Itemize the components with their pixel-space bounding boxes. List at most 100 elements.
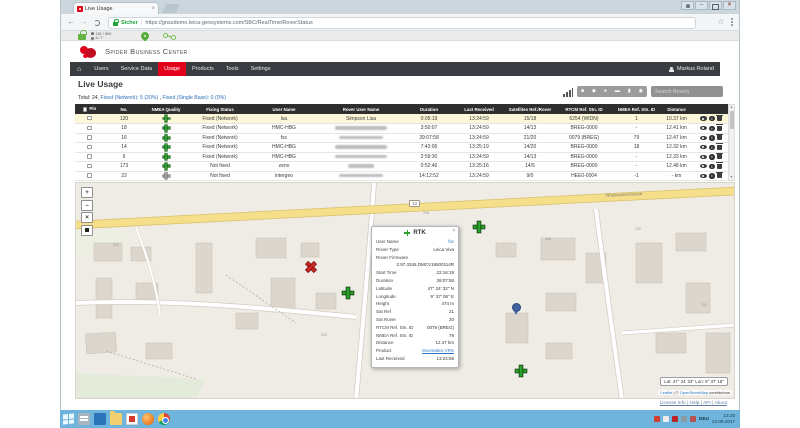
- pin-checkbox[interactable]: [87, 145, 92, 150]
- tray-icon-1[interactable]: [654, 416, 660, 422]
- pin-checkbox[interactable]: [87, 126, 92, 131]
- refresh-icon[interactable]: [94, 20, 100, 26]
- table-row[interactable]: 173 Not fixed zeno 0:52:46 13:25:16 14/5…: [75, 162, 728, 172]
- table-row[interactable]: 120 Fixed (Network) lsa Simpson Lisa 0:0…: [75, 114, 728, 124]
- table-row[interactable]: 14 Fixed (Network) HMC-HBG 7:43:06 13:25…: [75, 143, 728, 153]
- table-row[interactable]: 16 Fixed (Network) fsc 39:07:58 13:24:59…: [75, 133, 728, 143]
- taskbar-app-icon-3[interactable]: [126, 413, 138, 425]
- pin-checkbox[interactable]: [87, 173, 92, 178]
- home-icon[interactable]: ⌂: [70, 62, 88, 76]
- scrollbar-thumb[interactable]: [730, 111, 734, 129]
- chrome-icon[interactable]: [158, 413, 170, 425]
- delete-icon[interactable]: [717, 126, 722, 131]
- globe-icon[interactable]: ◉: [639, 89, 643, 94]
- minimize-button[interactable]: –: [695, 1, 708, 10]
- blue-pin-marker[interactable]: [512, 303, 520, 315]
- zoom-extent-button[interactable]: ×: [81, 212, 93, 223]
- table-scrollbar[interactable]: ▲ ▼: [728, 104, 735, 181]
- pin-checkbox[interactable]: [87, 135, 92, 140]
- map-pin-icon[interactable]: [139, 30, 150, 41]
- current-user[interactable]: Markus Roland: [663, 62, 720, 76]
- file-explorer-icon[interactable]: [110, 413, 122, 425]
- maximize-button[interactable]: [709, 1, 722, 10]
- delete-icon[interactable]: [717, 145, 722, 150]
- taskbar-app-icon-1[interactable]: [78, 413, 90, 425]
- view-on-map-icon[interactable]: [700, 126, 707, 130]
- delete-icon[interactable]: [717, 154, 722, 159]
- nav-item-settings[interactable]: Settings: [245, 62, 277, 76]
- tray-icon-4[interactable]: [681, 416, 687, 422]
- map-canvas[interactable]: 13 Rheineckerstrasse + – × × RTK User Na…: [75, 182, 735, 399]
- api-link[interactable]: API: [703, 401, 714, 406]
- info-icon[interactable]: i: [709, 173, 715, 179]
- delete-icon[interactable]: [717, 135, 722, 140]
- tray-icon-5[interactable]: [690, 416, 696, 422]
- chart-view-icon[interactable]: [563, 88, 573, 97]
- license-info-link[interactable]: License Info: [660, 401, 690, 406]
- info-icon[interactable]: i: [709, 126, 715, 132]
- summary-fixed-network[interactable]: Fixed (Network): 5 (20%): [101, 95, 159, 101]
- table-row[interactable]: 18 Fixed (Network) HMC-HBG 3:50:07 13:24…: [75, 124, 728, 134]
- view-on-map-icon[interactable]: [700, 174, 707, 178]
- nav-item-tools[interactable]: Tools: [220, 62, 245, 76]
- delete-icon[interactable]: [717, 116, 722, 121]
- keyboard-language[interactable]: DEU: [699, 417, 709, 422]
- view-on-map-icon[interactable]: [700, 164, 707, 168]
- message-icon[interactable]: ▬: [615, 89, 620, 94]
- location-icon[interactable]: ●: [604, 89, 607, 94]
- close-button[interactable]: ×: [723, 1, 736, 10]
- taskbar-clock[interactable]: 13:25 24.08.2017: [712, 413, 737, 424]
- nav-item-users[interactable]: Users: [88, 62, 114, 76]
- trash-icon[interactable]: ▮: [628, 89, 631, 94]
- select-all-checkbox[interactable]: [83, 107, 88, 112]
- leaflet-link[interactable]: Leaflet: [660, 390, 672, 395]
- help-link[interactable]: Help: [690, 401, 704, 406]
- about-link[interactable]: About: [714, 401, 727, 406]
- tray-icon-3[interactable]: [672, 416, 678, 422]
- green-cross-marker[interactable]: [343, 288, 354, 299]
- diamond-icon[interactable]: ◆: [592, 89, 596, 94]
- delete-icon[interactable]: [717, 164, 722, 169]
- forward-icon[interactable]: →: [80, 17, 88, 27]
- view-on-map-icon[interactable]: [700, 155, 707, 159]
- zoom-in-button[interactable]: +: [81, 187, 93, 198]
- info-icon[interactable]: i: [709, 135, 715, 141]
- pin-checkbox[interactable]: [87, 154, 92, 159]
- pin-checkbox[interactable]: [87, 164, 92, 169]
- popup-close-icon[interactable]: ×: [452, 229, 455, 234]
- table-row[interactable]: 6 Fixed (Network) HMC-HBG 2:59:30 13:24:…: [75, 152, 728, 162]
- draw-rect-button[interactable]: [81, 225, 93, 236]
- nav-item-products[interactable]: Products: [186, 62, 220, 76]
- summary-fixed-single[interactable]: Fixed (Single Base): 0 (0%): [163, 95, 226, 101]
- view-on-map-icon[interactable]: [700, 145, 707, 149]
- tab-close-icon[interactable]: ×: [151, 6, 155, 12]
- profile-icon[interactable]: [681, 1, 694, 10]
- new-tab-button[interactable]: [162, 4, 180, 13]
- square-icon[interactable]: ■: [581, 89, 584, 94]
- browser-tab[interactable]: Live Usage ×: [73, 2, 159, 14]
- zoom-out-button[interactable]: –: [81, 200, 93, 211]
- address-bar[interactable]: Sicher | https://gnssdemo.leica-geosyste…: [108, 17, 696, 29]
- tray-icon-2[interactable]: [663, 416, 669, 422]
- info-icon[interactable]: i: [709, 145, 715, 151]
- popup-link[interactable]: Geomatics VRS: [422, 347, 454, 355]
- scroll-down-icon[interactable]: ▼: [729, 175, 734, 180]
- pin-checkbox[interactable]: [87, 116, 92, 121]
- network-link-icon[interactable]: [163, 33, 179, 41]
- green-cross-marker[interactable]: [474, 222, 485, 233]
- view-on-map-icon[interactable]: [700, 136, 707, 140]
- start-button[interactable]: [63, 413, 74, 424]
- info-icon[interactable]: i: [709, 154, 715, 160]
- bookmark-star-icon[interactable]: ☆: [718, 18, 724, 27]
- green-cross-marker[interactable]: [516, 366, 527, 377]
- table-row[interactable]: 22 Not fixed intergeo 14:12:52 13:24:59 …: [75, 171, 728, 181]
- info-icon[interactable]: i: [709, 116, 715, 122]
- osm-link[interactable]: OpenStreetMap: [680, 390, 708, 395]
- nav-item-usage[interactable]: Usage: [158, 62, 186, 76]
- popup-link[interactable]: fsc: [448, 238, 454, 246]
- nav-item-service-data[interactable]: Service Data: [115, 62, 159, 76]
- search-input[interactable]: [651, 86, 723, 97]
- back-icon[interactable]: ←: [67, 17, 75, 27]
- delete-icon[interactable]: [717, 173, 722, 178]
- firefox-icon[interactable]: [142, 413, 154, 425]
